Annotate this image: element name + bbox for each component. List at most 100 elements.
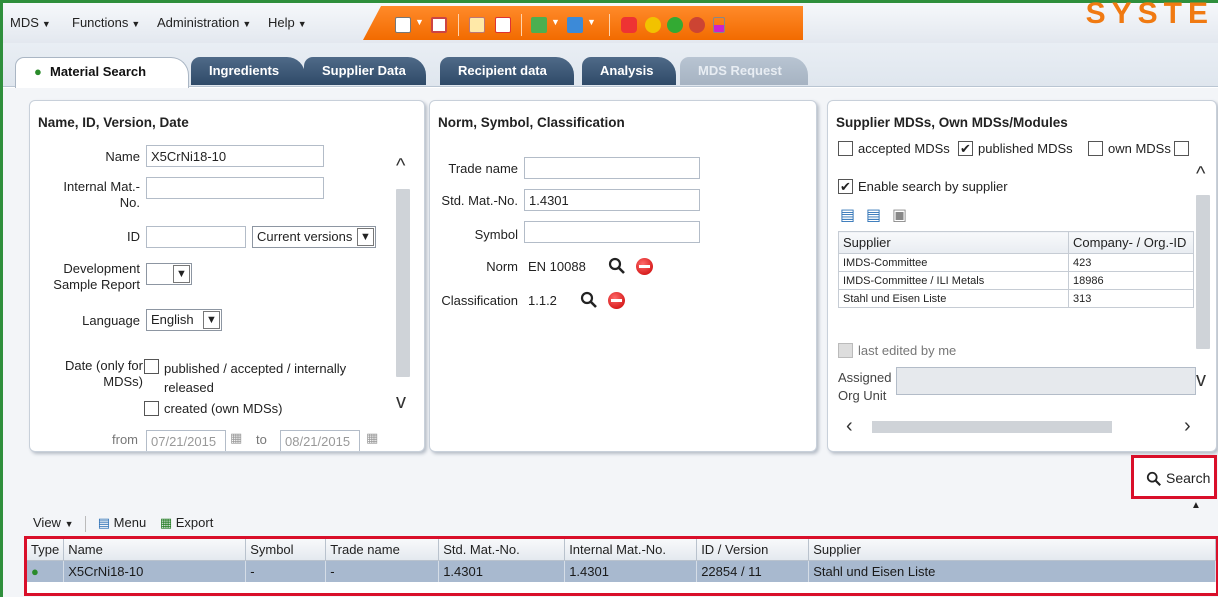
add-supplier-icon[interactable]: ▤ [840, 205, 855, 225]
panel-supplier-mdss: Supplier MDSs, Own MDSs/Modules accepted… [827, 100, 1217, 452]
language-select[interactable]: English ▼ [146, 309, 222, 331]
published-mdss-checkbox[interactable]: ✔ [958, 141, 973, 156]
to-label: to [256, 432, 267, 447]
name-input[interactable]: X5CrNi18-10 [146, 145, 324, 167]
save-icon[interactable]: ▣ [892, 205, 907, 225]
new-document-icon[interactable] [395, 17, 411, 33]
remove-icon[interactable] [636, 258, 653, 275]
panel-title: Supplier MDSs, Own MDSs/Modules [836, 115, 1068, 130]
brand-logo: SYSTE [1085, 0, 1214, 30]
enable-supplier-search-checkbox[interactable]: ✔ [838, 179, 853, 194]
molecule-icon[interactable] [667, 17, 683, 33]
table-row[interactable]: ● X5CrNi18-10 - - 1.4301 1.4301 22854 / … [27, 560, 1216, 582]
scroll-thumb[interactable] [1196, 195, 1210, 349]
tab-ingredients[interactable]: Ingredients [191, 57, 305, 85]
accepted-mdss-checkbox[interactable] [838, 141, 853, 156]
chevron-down-icon[interactable]: v [1196, 370, 1206, 390]
results-toolbar: View ▼ ▤ Menu ▦ Export [33, 515, 213, 532]
modules-checkbox[interactable] [1174, 141, 1189, 156]
scroll-thumb[interactable] [396, 189, 410, 377]
search-icon[interactable] [608, 257, 626, 275]
scroll-thumb[interactable] [872, 421, 1112, 433]
column-header-name[interactable]: Name [63, 539, 247, 561]
calendar-icon[interactable]: ▦ [366, 430, 378, 446]
chevron-down-icon[interactable]: ▼ [415, 17, 425, 33]
chevron-up-icon[interactable]: ^ [1196, 164, 1205, 184]
table-row[interactable]: IMDS-Committee / ILI Metals 18986 [838, 271, 1194, 290]
to-date-input[interactable]: 08/21/2015 [280, 430, 360, 451]
material-icon: ● [31, 564, 39, 579]
chevron-down-icon[interactable]: ▼ [587, 17, 597, 33]
remove-icon[interactable] [608, 292, 625, 309]
search-button[interactable]: Search [1131, 455, 1217, 499]
view-menu[interactable]: View ▼ [33, 515, 74, 530]
column-header-symbol[interactable]: Symbol [245, 539, 327, 561]
results-table: Type Name Symbol Trade name Std. Mat.-No… [24, 536, 1218, 596]
panel-vertical-scrollbar[interactable]: ^ v [1194, 159, 1212, 399]
upload-icon[interactable] [567, 17, 583, 33]
panel-vertical-scrollbar[interactable]: ^ v [394, 149, 412, 419]
column-header-trade-name[interactable]: Trade name [325, 539, 440, 561]
table-row[interactable]: IMDS-Committee 423 [838, 253, 1194, 272]
remove-supplier-icon[interactable]: ▤ [866, 205, 881, 225]
tab-supplier-data[interactable]: Supplier Data [304, 57, 426, 85]
chevron-down-icon: ▼ [64, 519, 74, 529]
column-header-supplier[interactable]: Supplier [838, 231, 1069, 254]
chevron-down-icon[interactable]: ▼ [551, 17, 561, 33]
menu-button[interactable]: ▤ Menu [98, 515, 146, 530]
column-header-supplier[interactable]: Supplier [808, 539, 1216, 561]
collapse-icon[interactable]: ▲ [1191, 500, 1201, 511]
pdf-icon[interactable] [495, 17, 511, 33]
chevron-right-icon[interactable]: › [1184, 416, 1191, 436]
own-mdss-checkbox[interactable] [1088, 141, 1103, 156]
chevron-up-icon[interactable]: ^ [396, 156, 405, 176]
dev-sample-report-select[interactable]: ▼ [146, 263, 192, 285]
column-header-type[interactable]: Type [27, 539, 65, 561]
id-input[interactable] [146, 226, 246, 248]
name-cell: X5CrNi18-10 [63, 560, 247, 582]
std-mat-no-label: Std. Mat.-No. [441, 193, 518, 208]
export-button[interactable]: ▦ Export [160, 515, 214, 530]
published-accepted-checkbox[interactable] [144, 359, 159, 374]
chevron-down-icon: ▼ [173, 265, 190, 283]
sphere-icon[interactable] [645, 17, 661, 33]
symbol-input[interactable] [524, 221, 700, 243]
created-own-checkbox[interactable] [144, 401, 159, 416]
column-header-internal-mat-no[interactable]: Internal Mat.-No. [564, 539, 698, 561]
toolbar-separator [521, 14, 522, 36]
column-header-std-mat-no[interactable]: Std. Mat.-No. [438, 539, 566, 561]
menu-help[interactable]: Help ▼ [268, 15, 307, 30]
download-icon[interactable] [531, 17, 547, 33]
std-mat-no-input[interactable]: 1.4301 [524, 189, 700, 211]
table-row[interactable]: Stahl und Eisen Liste 313 [838, 289, 1194, 308]
internal-mat-no-input[interactable] [146, 177, 324, 199]
flask-icon[interactable] [713, 17, 725, 33]
published-accepted-label: published / accepted / internally releas… [164, 361, 347, 395]
supplier-table: Supplier Company- / Org.-ID IMDS-Committ… [838, 231, 1194, 308]
from-date-input[interactable]: 07/21/2015 [146, 430, 226, 451]
chevron-down-icon: ▼ [131, 19, 141, 29]
tab-recipient-data[interactable]: Recipient data [440, 57, 574, 85]
tab-material-search[interactable]: ● Material Search [15, 57, 189, 88]
save-icon[interactable] [431, 17, 447, 33]
trade-name-input[interactable] [524, 157, 700, 179]
menu-mds[interactable]: MDS ▼ [10, 15, 51, 30]
tab-analysis[interactable]: Analysis [582, 57, 676, 85]
tools-icon[interactable] [689, 17, 705, 33]
edit-document-icon[interactable] [469, 17, 485, 33]
search-icon[interactable] [580, 291, 598, 309]
chevron-down-icon[interactable]: v [396, 392, 406, 412]
internal-mat-no-cell: 1.4301 [564, 560, 698, 582]
menu-functions[interactable]: Functions ▼ [72, 15, 140, 30]
chevron-left-icon[interactable]: ‹ [846, 416, 853, 436]
tab-bar: ● Material Search Ingredients Supplier Da… [3, 43, 1218, 88]
accepted-mdss-label: accepted MDSs [858, 141, 950, 156]
column-header-company-id[interactable]: Company- / Org.-ID [1068, 231, 1194, 254]
column-header-id-version[interactable]: ID / Version [696, 539, 810, 561]
menu-administration[interactable]: Administration ▼ [157, 15, 251, 30]
last-edited-label: last edited by me [858, 343, 957, 358]
panel-horizontal-scrollbar[interactable]: ‹ › [836, 416, 1206, 439]
gem-icon[interactable] [621, 17, 637, 33]
version-select[interactable]: Current versions ▼ [252, 226, 376, 248]
calendar-icon[interactable]: ▦ [230, 430, 242, 446]
